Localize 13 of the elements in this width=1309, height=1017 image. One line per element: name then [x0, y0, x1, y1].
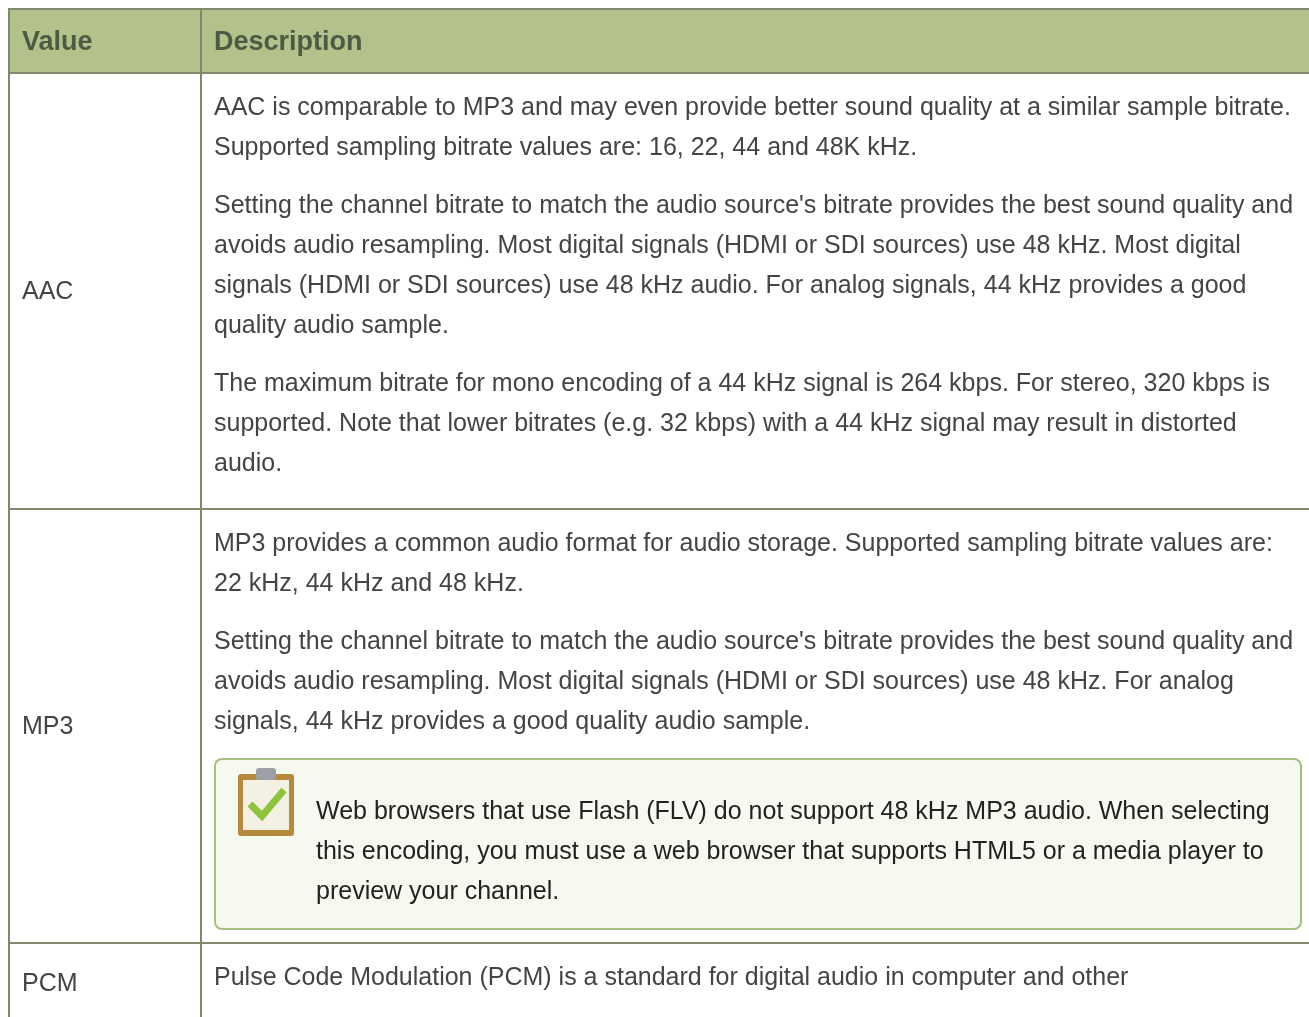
table-cell: MP3	[9, 509, 201, 943]
column-header: Value	[9, 9, 201, 73]
description-paragraph: The maximum bitrate for mono encoding of a 44 kHz signal is 264 kbps. For stereo, 320 kbps is supported. Note that lower bitrates (e.g. 32 kbps) with a 44 kHz signal may result in distorted audio.	[214, 367, 1272, 478]
description-paragraph: MP3 provides a common audio format for audio storage. Supported sampling bitrate values are: 22 kHz, 44 kHz and 48 kHz.	[214, 527, 1274, 598]
table-cell: PCM	[9, 943, 201, 1017]
clipboard-check-icon	[236, 766, 296, 838]
description-paragraph: Setting the channel bitrate to match the audio source's bitrate provides the best sound quality and avoids audio resampling. Most digital signals (HDMI or SDI sources) use 48 kHz. For analog signals, 44 kHz provides a good quality audio sample.	[214, 625, 1295, 736]
description-paragraph: Pulse Code Modulation (PCM) is a standard for digital audio in computer and other	[214, 961, 1130, 992]
description-paragraph: Setting the channel bitrate to match the audio source's bitrate provides the best sound quality and avoids audio resampling. Most digital signals (HDMI or SDI sources) use 48 kHz. Most digital signals (HDMI or SDI sources) use 48 kHz audio. For analog signals, 44 kHz provides a good quality audio sample.	[214, 189, 1295, 340]
column-header: Description	[201, 9, 1309, 73]
table-cell: AAC	[9, 73, 201, 509]
note-text: Web browsers that use Flash (FLV) do not support 48 kHz MP3 audio. When selecting this encoding, you must use a web browser that supports HTML5 or a media player to preview your channel.	[316, 795, 1271, 906]
description-paragraph: AAC is comparable to MP3 and may even provide better sound quality at a similar sample bitrate. Supported sampling bitrate values are: 16, 22, 44 and 48K kHz.	[214, 91, 1292, 162]
